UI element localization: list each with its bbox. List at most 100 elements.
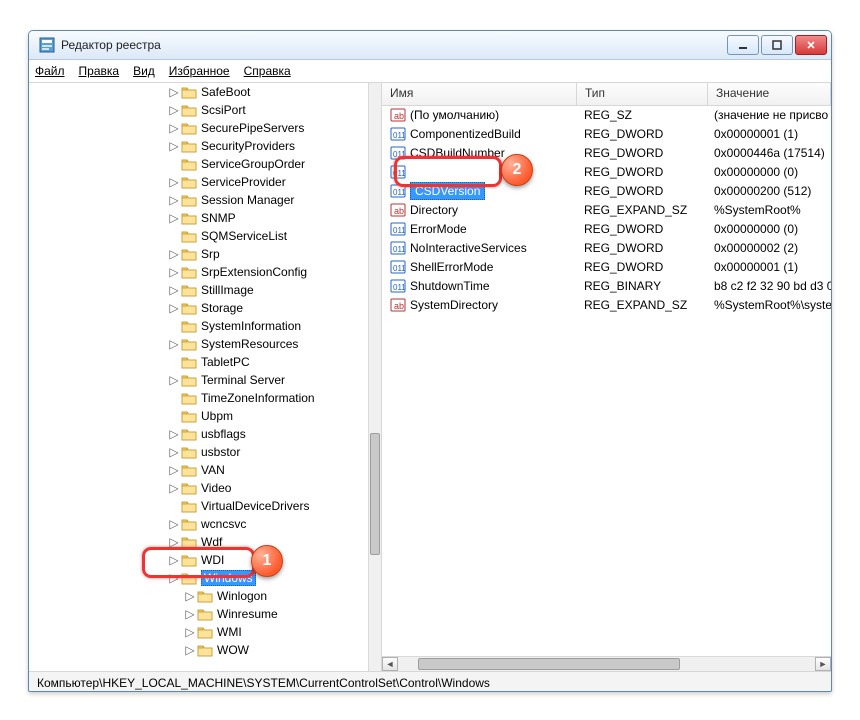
- tree-item[interactable]: ▷wcncsvc: [29, 515, 369, 533]
- expand-icon[interactable]: ▷: [169, 103, 179, 117]
- menu-view[interactable]: Вид: [133, 64, 155, 78]
- value-row[interactable]: 011NoInteractiveServicesREG_DWORD0x00000…: [382, 238, 831, 257]
- expand-icon[interactable]: ▷: [169, 427, 179, 441]
- column-value[interactable]: Значение: [708, 83, 831, 105]
- expand-icon[interactable]: ▷: [185, 607, 195, 621]
- expand-icon[interactable]: ▷: [169, 247, 179, 261]
- menu-edit[interactable]: Правка: [79, 64, 120, 78]
- app-icon: [39, 37, 55, 53]
- value-row[interactable]: 011ShellErrorModeREG_DWORD0x00000001 (1): [382, 257, 831, 276]
- expand-icon[interactable]: ▷: [169, 211, 179, 225]
- menu-help[interactable]: Справка: [244, 64, 291, 78]
- tree-item[interactable]: ▷Winlogon: [29, 587, 369, 605]
- scroll-left-icon[interactable]: ◄: [382, 657, 398, 671]
- tree-item[interactable]: ▷WDI: [29, 551, 369, 569]
- tree-item-label: SNMP: [201, 211, 236, 225]
- expand-icon[interactable]: ▷: [169, 265, 179, 279]
- value-row[interactable]: 011ShutdownTimeREG_BINARYb8 c2 f2 32 90 …: [382, 276, 831, 295]
- value-row[interactable]: 011ComponentizedBuildREG_DWORD0x00000001…: [382, 124, 831, 143]
- expand-icon[interactable]: ▷: [169, 301, 179, 315]
- expand-icon[interactable]: ▷: [169, 283, 179, 297]
- tree-item-label: usbstor: [201, 445, 240, 459]
- expand-icon[interactable]: ▷: [169, 373, 179, 387]
- values-hscrollbar[interactable]: ◄ ►: [382, 656, 831, 671]
- tree-item[interactable]: ▷SrpExtensionConfig: [29, 263, 369, 281]
- expand-icon[interactable]: ▷: [169, 193, 179, 207]
- expand-icon[interactable]: ▷: [169, 445, 179, 459]
- expand-icon[interactable]: ▷: [169, 517, 179, 531]
- value-row[interactable]: 011ErrorModeREG_DWORD0x00000000 (0): [382, 219, 831, 238]
- expand-icon[interactable]: ▷: [169, 337, 179, 351]
- maximize-button[interactable]: [761, 35, 793, 55]
- expand-icon[interactable]: ▷: [169, 175, 179, 189]
- tree-item[interactable]: ▷SystemResources: [29, 335, 369, 353]
- tree-item[interactable]: ▷SafeBoot: [29, 83, 369, 101]
- tree-item[interactable]: ▷ServiceProvider: [29, 173, 369, 191]
- value-row[interactable]: abDirectoryREG_EXPAND_SZ%SystemRoot%: [382, 200, 831, 219]
- value-row[interactable]: abSystemDirectoryREG_EXPAND_SZ%SystemRoo…: [382, 295, 831, 314]
- tree-scrollbar[interactable]: [368, 83, 381, 671]
- expand-icon[interactable]: ▷: [169, 121, 179, 135]
- scrollbar-thumb[interactable]: [418, 658, 680, 670]
- expand-icon[interactable]: ▷: [185, 643, 195, 657]
- folder-icon: [197, 589, 213, 603]
- tree-item[interactable]: ServiceGroupOrder: [29, 155, 369, 173]
- tree-item[interactable]: VirtualDeviceDrivers: [29, 497, 369, 515]
- tree-item[interactable]: ▷Winresume: [29, 605, 369, 623]
- scroll-right-icon[interactable]: ►: [815, 657, 831, 671]
- menu-favorites[interactable]: Избранное: [169, 64, 230, 78]
- value-row[interactable]: 011CSDBuildNumberREG_DWORD0x0000446a (17…: [382, 143, 831, 162]
- tree-item[interactable]: ▷Terminal Server: [29, 371, 369, 389]
- tree-item[interactable]: SystemInformation: [29, 317, 369, 335]
- close-button[interactable]: [795, 35, 827, 55]
- value-type: REG_EXPAND_SZ: [576, 298, 706, 312]
- tree-item[interactable]: ▷Session Manager: [29, 191, 369, 209]
- tree-item[interactable]: TimeZoneInformation: [29, 389, 369, 407]
- value-row[interactable]: 011REG_DWORD0x00000000 (0): [382, 162, 831, 181]
- binary-value-icon: 011: [390, 183, 406, 199]
- tree-item[interactable]: ▷ SecurePipeServers: [29, 119, 369, 137]
- tree-item[interactable]: ▷Storage: [29, 299, 369, 317]
- tree-item[interactable]: ▷SecurityProviders: [29, 137, 369, 155]
- tree-item[interactable]: ▷Wdf: [29, 533, 369, 551]
- minimize-button[interactable]: [727, 35, 759, 55]
- tree-item[interactable]: TabletPC: [29, 353, 369, 371]
- expand-icon[interactable]: ▷: [169, 571, 179, 585]
- tree-item[interactable]: ▷ usbstor: [29, 443, 369, 461]
- folder-icon: [181, 247, 197, 261]
- folder-icon: [181, 481, 197, 495]
- svg-text:011: 011: [393, 264, 406, 273]
- tree-item[interactable]: ▷StillImage: [29, 281, 369, 299]
- folder-icon: [181, 103, 197, 117]
- tree-item[interactable]: ▷WOW: [29, 641, 369, 659]
- tree-item[interactable]: ▷ScsiPort: [29, 101, 369, 119]
- value-name: NoInteractiveServices: [410, 241, 527, 255]
- menu-file[interactable]: Файл: [35, 64, 65, 78]
- expand-icon[interactable]: ▷: [169, 85, 179, 99]
- tree-item[interactable]: SQMServiceList: [29, 227, 369, 245]
- expand-icon[interactable]: ▷: [169, 535, 179, 549]
- tree-item[interactable]: Ubpm: [29, 407, 369, 425]
- expand-icon[interactable]: ▷: [185, 589, 195, 603]
- tree-item[interactable]: ▷ SNMP: [29, 209, 369, 227]
- expand-icon[interactable]: ▷: [185, 625, 195, 639]
- tree-item[interactable]: ▷VAN: [29, 461, 369, 479]
- tree-item[interactable]: ▷usbflags: [29, 425, 369, 443]
- value-row[interactable]: ab(По умолчанию)REG_SZ(значение не присв…: [382, 105, 831, 124]
- tree-item[interactable]: ▷Windows: [29, 569, 369, 587]
- tree-item-label: SecurePipeServers: [201, 121, 304, 135]
- expand-icon[interactable]: ▷: [169, 481, 179, 495]
- column-name[interactable]: Имя: [382, 83, 577, 105]
- value-row[interactable]: 011CSDVersionREG_DWORD0x00000200 (512): [382, 181, 831, 200]
- list-header[interactable]: Имя Тип Значение: [382, 83, 831, 106]
- tree-item[interactable]: ▷Srp: [29, 245, 369, 263]
- scrollbar-thumb[interactable]: [370, 433, 380, 555]
- expand-icon[interactable]: ▷: [169, 463, 179, 477]
- expand-icon[interactable]: ▷: [169, 553, 179, 567]
- folder-icon: [181, 463, 197, 477]
- expand-icon[interactable]: ▷: [169, 139, 179, 153]
- tree-item[interactable]: ▷WMI: [29, 623, 369, 641]
- titlebar[interactable]: Редактор реестра: [29, 31, 831, 60]
- tree-item[interactable]: ▷Video: [29, 479, 369, 497]
- column-type[interactable]: Тип: [577, 83, 708, 105]
